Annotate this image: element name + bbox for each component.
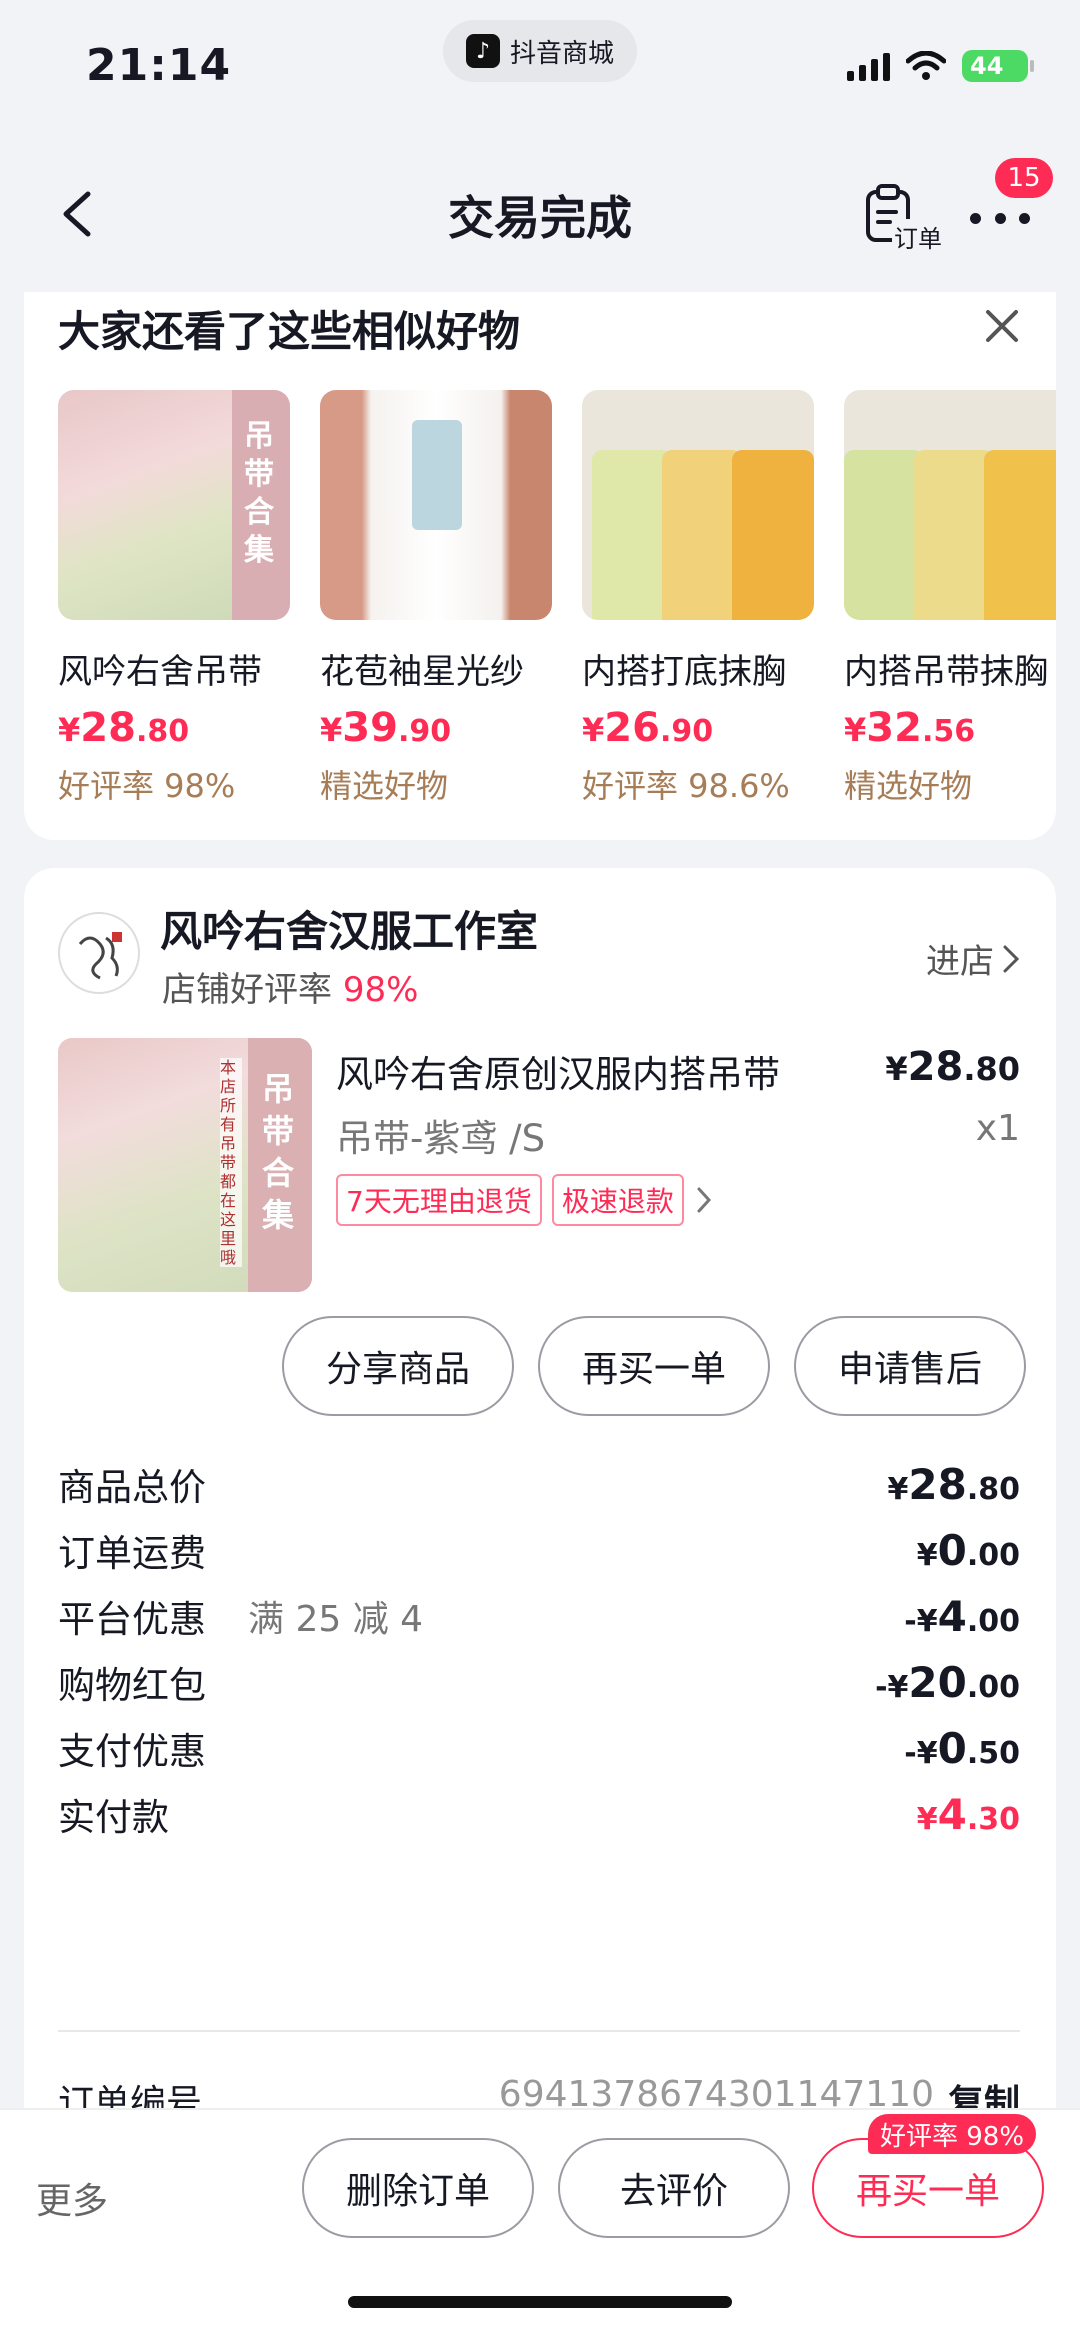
- status-time: 21:14: [86, 40, 232, 91]
- rec-item-name: 内搭吊带抹胸: [844, 652, 1048, 692]
- product-quantity: x1: [975, 1108, 1020, 1149]
- buy-again-button[interactable]: 再买一单: [538, 1316, 770, 1416]
- order-label: 订单: [892, 219, 944, 254]
- rec-item-image: [320, 390, 552, 620]
- delete-order-button[interactable]: 删除订单: [302, 2138, 534, 2238]
- shop-logo-icon: [78, 932, 122, 980]
- shop-name[interactable]: 风吟右舍汉服工作室: [160, 898, 538, 959]
- home-indicator[interactable]: [348, 2296, 732, 2308]
- rec-item-price: ¥26.90: [582, 705, 714, 751]
- similar-items-title: 大家还看了这些相似好物: [58, 307, 521, 356]
- rec-item-name: 风吟右舍吊带: [58, 652, 262, 692]
- douyin-icon: ♪: [465, 34, 500, 68]
- product-title[interactable]: 风吟右舍原创汉服内搭吊带: [336, 1044, 836, 1098]
- more-link[interactable]: 更多: [36, 2172, 108, 2224]
- product-image[interactable]: 吊带合集 本店所有吊带都在这里哦: [58, 1038, 312, 1292]
- nav-bar: 交易完成 订单: [0, 150, 1080, 280]
- rec-item-image: [844, 390, 1056, 620]
- product-price: ¥28.80: [885, 1044, 1020, 1090]
- enter-shop-link[interactable]: 进店: [926, 934, 1020, 983]
- chevron-right-icon: [1003, 945, 1020, 972]
- enter-shop-label: 进店: [926, 942, 994, 982]
- fee-row-platform-discount: 平台优惠满 25 减 4 -¥4.00: [58, 1591, 1020, 1642]
- battery-icon: 44: [962, 50, 1034, 82]
- chevron-right-icon: [697, 1187, 711, 1213]
- battery-level: 44: [970, 52, 1004, 80]
- fee-row-red-packet: 购物红包 -¥20.00: [58, 1657, 1020, 1708]
- product-spec: 吊带-紫鸢 /S: [336, 1117, 546, 1160]
- signal-icon: [847, 51, 890, 81]
- rec-item-price: ¥28.80: [58, 705, 190, 751]
- rec-item-tag: 好评率 98.6%: [582, 767, 790, 805]
- fee-row-shipping: 订单运费 ¥0.00: [58, 1525, 1020, 1576]
- rec-item[interactable]: 吊带合集 风吟右舍吊带 ¥28.80 好评率 98%: [58, 390, 290, 807]
- service-tag: 7天无理由退货: [336, 1174, 542, 1226]
- app-pill-label: 抖音商城: [509, 38, 614, 69]
- share-product-button[interactable]: 分享商品: [282, 1316, 514, 1416]
- more-options-icon[interactable]: [970, 198, 1030, 238]
- order-list-button[interactable]: 订单: [862, 184, 944, 254]
- after-sales-button[interactable]: 申请售后: [794, 1316, 1026, 1416]
- fee-row-paid: 实付款 ¥4.30: [58, 1789, 1020, 1840]
- status-bar: 21:14 ♪ 抖音商城 44: [0, 0, 1080, 130]
- rec-item-tag: 好评率 98%: [58, 767, 236, 805]
- fee-row-total: 商品总价 ¥28.80: [58, 1459, 1020, 1510]
- rec-item[interactable]: 内搭打底抹胸 ¥26.90 好评率 98.6%: [582, 390, 814, 807]
- rec-item-name: 内搭打底抹胸: [582, 652, 786, 692]
- product-image-text: 吊带合集: [262, 1070, 295, 1234]
- rec-item[interactable]: 内搭吊带抹胸 ¥32.56 精选好物: [844, 390, 1056, 807]
- rec-item[interactable]: 花苞袖星光纱 ¥39.90 精选好物: [320, 390, 552, 807]
- shop-rating: 店铺好评率 98%: [162, 970, 419, 1010]
- service-tag: 极速退款: [551, 1174, 684, 1226]
- rec-item-image: 吊带合集: [58, 390, 290, 620]
- shop-logo[interactable]: [58, 912, 140, 994]
- rec-item-price: ¥39.90: [320, 705, 452, 751]
- app-pill[interactable]: ♪ 抖音商城: [443, 20, 637, 82]
- rec-item-image: [582, 390, 814, 620]
- fee-row-payment-discount: 支付优惠 -¥0.50: [58, 1723, 1020, 1774]
- rec-image-text: 吊带合集: [244, 419, 274, 568]
- rec-item-name: 花苞袖星光纱: [320, 652, 524, 692]
- divider: [58, 2030, 1020, 2032]
- review-button[interactable]: 去评价: [558, 2138, 790, 2238]
- rec-item-price: ¥32.56: [844, 705, 976, 751]
- rec-item-tag: 精选好物: [844, 767, 973, 805]
- rating-badge: 好评率 98%: [868, 2114, 1037, 2154]
- wifi-icon: [906, 51, 946, 80]
- notification-badge: 15: [995, 158, 1053, 198]
- similar-items-card: 大家还看了这些相似好物 吊带合集 风吟右舍吊带 ¥28.80 好评率 98% 花…: [24, 292, 1056, 840]
- service-tags[interactable]: 7天无理由退货 极速退款: [336, 1174, 714, 1226]
- rec-item-tag: 精选好物: [320, 767, 449, 805]
- close-icon[interactable]: [982, 306, 1022, 346]
- product-image-subtext: 本店所有吊带都在这里哦: [220, 1058, 242, 1267]
